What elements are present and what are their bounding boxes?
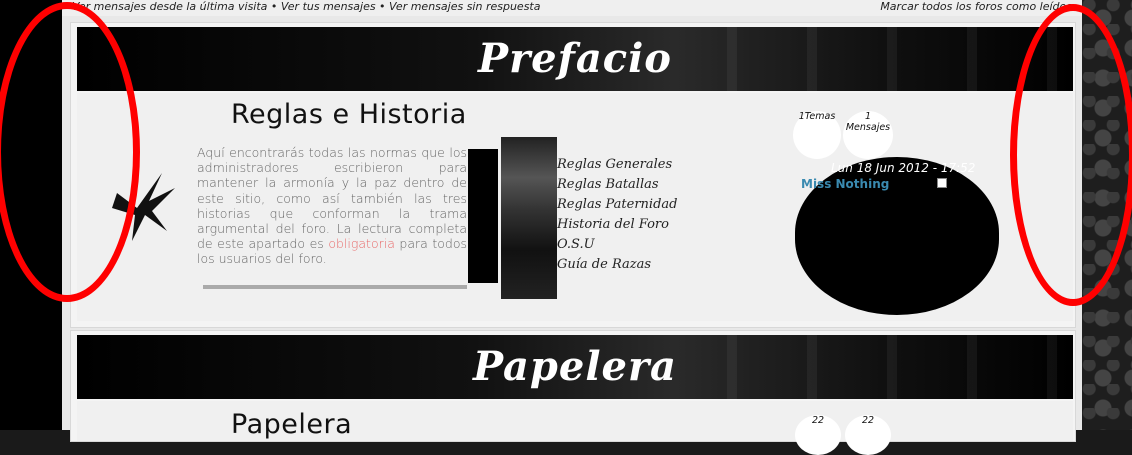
last-post-user[interactable]: Miss Nothing [801,177,889,191]
posts-stat: 1 Mensajes [843,111,893,159]
left-side-panel [0,0,62,430]
top-links-bar: Ver mensajes desde la última visita • Ve… [62,0,1082,16]
crow-icon [112,173,175,241]
category-papelera: Papelera Papelera 22 22 [70,330,1076,455]
forum-row: Reglas e Historia Aquí encontrarás todas… [77,93,1073,321]
category-banner: Prefacio [77,27,1073,91]
forum-description: Aquí encontrarás todas las normas que lo… [197,145,468,267]
description-shadow [203,285,467,289]
last-post-date: Lun 18 Jun 2012 - 17:52 [831,161,976,175]
category-banner: Papelera [77,335,1073,399]
forum-row: Papelera 22 22 [77,401,1073,455]
posts-stat: 22 [845,415,891,455]
view-latest-post-icon[interactable] [937,178,947,188]
category-prefacio: Prefacio Reglas e Historia Aquí encontra… [70,22,1076,328]
subforum-list: Reglas Generales Reglas Batallas Reglas … [557,155,678,275]
posts-count: 1 [864,111,872,122]
posts-count: 22 [861,415,875,426]
new-posts-links[interactable]: Ver mensajes desde la última visita • Ve… [72,0,540,13]
forum-title-link[interactable]: Papelera [231,409,352,440]
topics-label: Temas [804,111,836,122]
topics-stat: 22 [795,415,841,455]
forum-title-link[interactable]: Reglas e Historia [231,99,467,130]
right-side-pattern [1082,0,1132,430]
portrait-image [501,137,557,299]
subforum-link[interactable]: O.S.U [557,235,678,255]
subforum-link[interactable]: Reglas Paternidad [557,195,678,215]
black-divider [468,149,498,283]
required-emphasis: obligatoria [328,236,395,252]
mark-all-read-link[interactable]: Marcar todos los foros como leídos [880,0,1072,13]
category-title[interactable]: Prefacio [77,35,1073,82]
topics-stat: 1Temas [793,111,841,159]
subforum-link[interactable]: Reglas Batallas [557,175,678,195]
topics-count: 22 [811,415,825,426]
category-title[interactable]: Papelera [77,343,1073,390]
subforum-link[interactable]: Guía de Razas [557,255,678,275]
forum-page: Ver mensajes desde la última visita • Ve… [62,0,1082,455]
posts-label: Mensajes [845,122,891,133]
subforum-link[interactable]: Reglas Generales [557,155,678,175]
subforum-link[interactable]: Historia del Foro [557,215,678,235]
